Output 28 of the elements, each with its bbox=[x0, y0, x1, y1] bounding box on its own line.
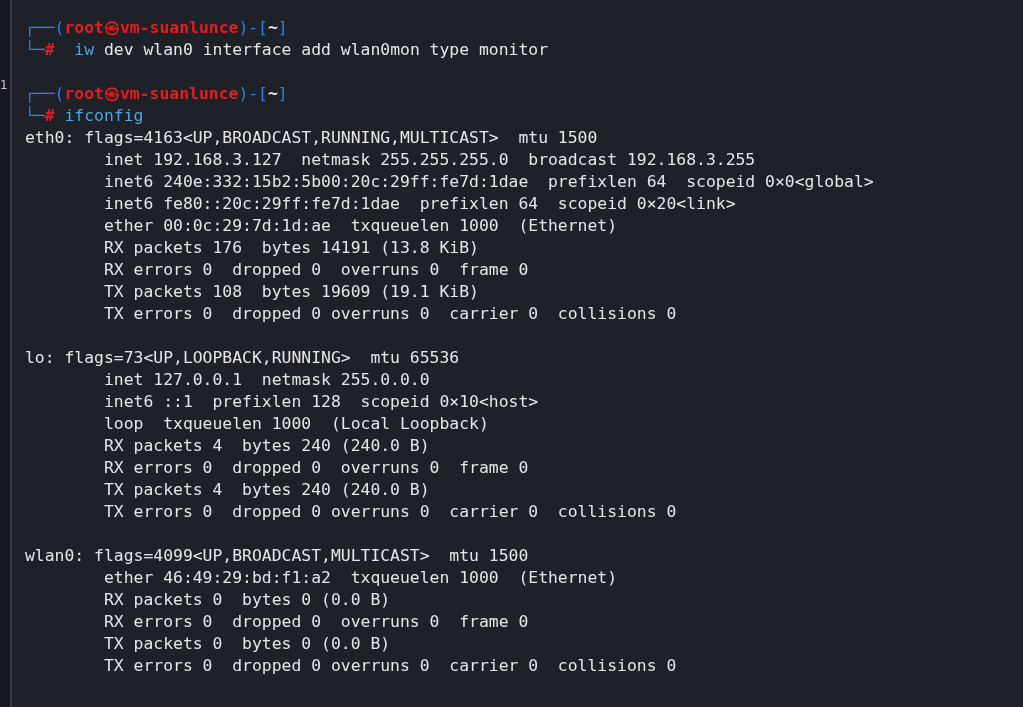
output-line: TX packets 0 bytes 0 (0.0 B) bbox=[102, 633, 391, 655]
output-line: ether 46:49:29:bd:f1:a2 txqueuelen 1000 (Ethernet) bbox=[102, 567, 618, 589]
prompt-line: └─# iw dev wlan0 interface add wlan0mon type monitor bbox=[25, 39, 549, 61]
output-line: RX errors 0 dropped 0 overruns 0 frame 0 bbox=[102, 611, 529, 633]
output-line: ether 00:0c:29:7d:1d:ae txqueuelen 1000 (Ethernet) bbox=[102, 215, 618, 237]
output-line: TX errors 0 dropped 0 overruns 0 carrier 0 collisions 0 bbox=[102, 655, 677, 677]
output-line: loop txqueuelen 1000 (Local Loopback) bbox=[102, 413, 489, 435]
output-line: RX packets 176 bytes 14191 (13.8 KiB) bbox=[102, 237, 479, 259]
output-line: RX errors 0 dropped 0 overruns 0 frame 0 bbox=[102, 259, 529, 281]
output-line: TX packets 4 bytes 240 (240.0 B) bbox=[102, 479, 430, 501]
output-line: TX packets 108 bytes 19609 (19.1 KiB) bbox=[102, 281, 479, 303]
output-line: RX errors 0 dropped 0 overruns 0 frame 0 bbox=[102, 457, 529, 479]
output-line: wlan0: flags=4099<UP,BROADCAST,MULTICAST> mtu 1500 bbox=[25, 545, 529, 567]
output-line: TX errors 0 dropped 0 overruns 0 carrier 0 collisions 0 bbox=[102, 303, 677, 325]
output-line: inet6 240e:332:15b2:5b00:20c:29ff:fe7d:1dae prefixlen 64 scopeid 0×0<global> bbox=[102, 171, 874, 193]
output-line: lo: flags=73<UP,LOOPBACK,RUNNING> mtu 65536 bbox=[25, 347, 460, 369]
output-line: inet6 ::1 prefixlen 128 scopeid 0×10<host> bbox=[102, 391, 539, 413]
prompt-line: ┌──(root㉿vm-suanlunce)-[~] bbox=[25, 17, 288, 39]
prompt-line: ┌──(root㉿vm-suanlunce)-[~] bbox=[25, 83, 288, 105]
output-line: TX errors 0 dropped 0 overruns 0 carrier 0 collisions 0 bbox=[102, 501, 677, 523]
output-line: RX packets 4 bytes 240 (240.0 B) bbox=[102, 435, 430, 457]
line-number: 1 bbox=[0, 78, 9, 92]
output-line: inet 127.0.0.1 netmask 255.0.0.0 bbox=[102, 369, 430, 391]
output-line: inet 192.168.3.127 netmask 255.255.255.0 broadcast 192.168.3.255 bbox=[102, 149, 756, 171]
output-line: RX packets 0 bytes 0 (0.0 B) bbox=[102, 589, 391, 611]
output-line: eth0: flags=4163<UP,BROADCAST,RUNNING,MULTICAST> mtu 1500 bbox=[25, 127, 598, 149]
output-line: inet6 fe80::20c:29ff:fe7d:1dae prefixlen 64 scopeid 0×20<link> bbox=[102, 193, 736, 215]
prompt-line: └─# ifconfig bbox=[25, 105, 144, 127]
